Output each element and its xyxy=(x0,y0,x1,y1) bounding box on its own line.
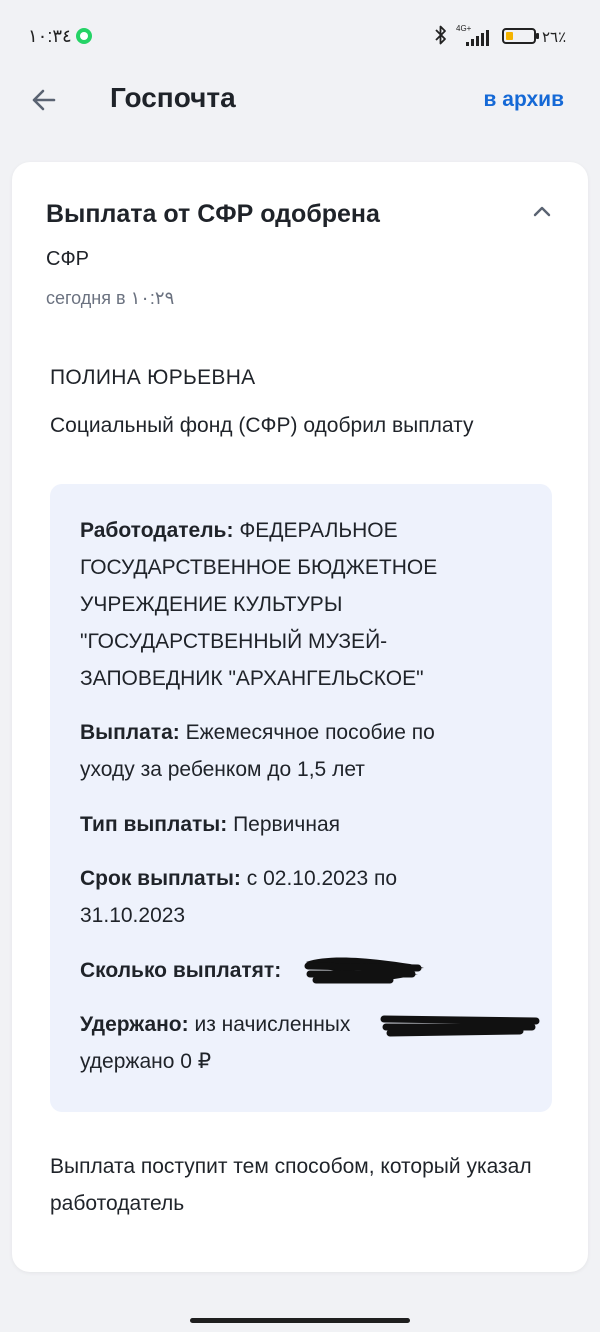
message-intro: Социальный фонд (СФР) одобрил выплату xyxy=(50,414,474,437)
status-time: ١٠:٣٤ xyxy=(28,26,72,46)
message-timestamp: сегодня в ١٠:٢٩ xyxy=(46,288,175,308)
detail-type-label: Тип выплаты: xyxy=(80,813,228,836)
detail-employer-value: ФЕДЕРАЛЬНОЕ ГОСУДАРСТВЕННОЕ БЮДЖЕТНОЕ УЧ… xyxy=(80,519,438,690)
battery-percent: ٢٦٪ xyxy=(542,29,567,46)
detail-amount: Сколько выплатят: xyxy=(80,952,510,989)
message-card: Выплата от СФР одобрена СФР сегодня в ١٠… xyxy=(12,162,588,1272)
detail-withheld-suffix: удержано 0 ₽ xyxy=(80,1050,212,1073)
detail-type-value: Первичная xyxy=(233,813,340,836)
page-title: Госпочта xyxy=(110,82,236,113)
bluetooth-icon xyxy=(435,25,446,45)
home-indicator[interactable] xyxy=(190,1318,410,1323)
message-title: Выплата от СФР одобрена xyxy=(46,200,380,228)
chevron-up-icon[interactable] xyxy=(526,196,558,228)
detail-withheld-prefix: из начисленных xyxy=(194,1013,351,1036)
back-arrow-icon[interactable] xyxy=(22,78,66,122)
message-footer-note: Выплата поступит тем способом, который у… xyxy=(50,1155,532,1215)
detail-withheld-label: Удержано: xyxy=(80,1013,189,1036)
redaction-scribble xyxy=(380,1015,540,1037)
payment-details-box: Работодатель: ФЕДЕРАЛЬНОЕ ГОСУДАРСТВЕННО… xyxy=(50,484,552,1112)
detail-amount-label: Сколько выплатят: xyxy=(80,959,282,982)
battery-fill xyxy=(506,32,513,40)
message-sender: СФР xyxy=(46,248,89,270)
battery-icon xyxy=(502,28,539,44)
archive-button[interactable]: в архив xyxy=(484,88,564,112)
detail-payment: Выплата: Ежемесячное пособие по уходу за… xyxy=(80,714,460,788)
cellular-signal-icon: 4G+ xyxy=(456,24,496,48)
app-header: Госпочта в архив xyxy=(0,72,600,132)
detail-term-label: Срок выплаты: xyxy=(80,867,241,890)
detail-payment-term: Срок выплаты: с 02.10.2023 по 31.10.2023 xyxy=(80,860,420,934)
status-bar: ١٠:٣٤ 4G+ ٢٦٪ xyxy=(0,0,600,72)
whatsapp-notification-icon xyxy=(76,28,92,44)
recipient-name: ПОЛИНА ЮРЬЕВНА xyxy=(50,366,256,389)
detail-payment-type: Тип выплаты: Первичная xyxy=(80,806,510,843)
detail-employer-label: Работодатель: xyxy=(80,519,234,542)
detail-payment-label: Выплата: xyxy=(80,721,180,744)
redaction-scribble xyxy=(304,957,424,984)
detail-employer: Работодатель: ФЕДЕРАЛЬНОЕ ГОСУДАРСТВЕННО… xyxy=(80,512,510,697)
